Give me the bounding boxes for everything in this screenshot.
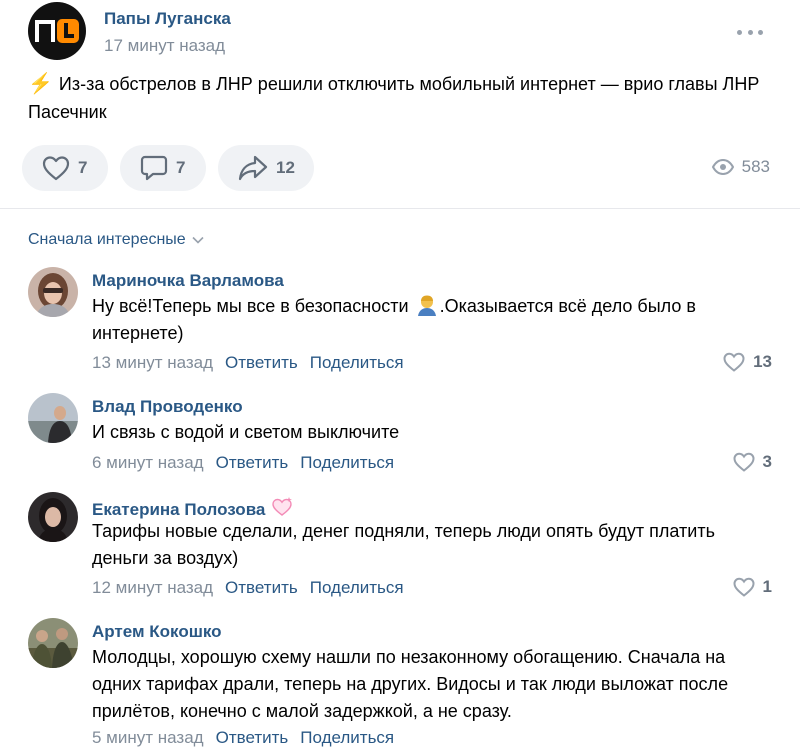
logo-letter-p — [35, 20, 55, 42]
heart-sparkle-emoji-icon — [272, 497, 293, 516]
share-icon — [238, 155, 268, 181]
comment-count: 7 — [176, 158, 186, 177]
comment-author[interactable]: Артем Кокошко — [92, 622, 222, 642]
comment-text: И связь с водой и светом выключите — [92, 422, 400, 442]
comment-meta: 6 минут назад Ответить Поделиться — [92, 453, 394, 473]
post-text-content: Из-за обстрелов в ЛНР решили отключить м… — [28, 74, 760, 122]
comment-text-part: Ну всё!Теперь мы все в безопасности — [92, 296, 414, 316]
heart-icon — [733, 452, 755, 472]
avatar[interactable] — [28, 492, 78, 542]
comment-button[interactable]: 7 — [120, 145, 206, 191]
eye-icon — [711, 159, 734, 175]
comment-author[interactable]: Мариночка Варламова — [92, 271, 284, 291]
comment-time[interactable]: 5 минут назад — [92, 728, 204, 748]
share-button[interactable]: 12 — [218, 145, 314, 191]
comment-text: Молодцы, хорошую схему нашли по незаконн… — [92, 647, 729, 721]
comment-time[interactable]: 13 минут назад — [92, 353, 213, 373]
sort-dropdown[interactable]: Сначала интересные — [28, 231, 204, 249]
logo-letter-l — [57, 19, 79, 43]
avatar[interactable] — [28, 618, 78, 668]
comment-time[interactable]: 6 минут назад — [92, 453, 204, 473]
views-counter: 583 — [711, 157, 770, 177]
share-comment-button[interactable]: Поделиться — [300, 453, 394, 473]
like-button[interactable]: 7 — [22, 145, 108, 191]
comment-author[interactable]: Влад Проводенко — [92, 397, 243, 417]
avatar[interactable] — [28, 267, 78, 317]
heart-icon — [42, 156, 70, 181]
post-text: ⚡ Из-за обстрелов в ЛНР решили отключить … — [28, 70, 778, 126]
comment-meta: 13 минут назад Ответить Поделиться — [92, 353, 404, 373]
group-name[interactable]: Папы Луганска — [104, 9, 231, 29]
reply-button[interactable]: Ответить — [216, 453, 289, 473]
comment-text: Тарифы новые сделали, денег подняли, теп… — [92, 521, 715, 568]
comment-item: Екатерина Полозова Тарифы новые сделали,… — [28, 492, 778, 602]
comment-like-button[interactable]: 3 — [733, 452, 772, 472]
share-comment-button[interactable]: Поделиться — [300, 728, 394, 748]
group-avatar[interactable] — [28, 2, 86, 60]
lightning-icon: ⚡ — [28, 73, 53, 95]
comment-like-button[interactable]: 13 — [723, 352, 772, 372]
comment-icon — [140, 155, 168, 181]
reply-button[interactable]: Ответить — [225, 578, 298, 598]
comment-author: Екатерина Полозова — [92, 496, 295, 520]
comment-author-name[interactable]: Екатерина Полозова — [92, 500, 265, 519]
views-count: 583 — [741, 157, 770, 176]
comment-item: Артем Кокошко Молодцы, хорошую схему наш… — [28, 618, 778, 750]
chevron-down-icon — [192, 236, 204, 244]
share-comment-button[interactable]: Поделиться — [310, 578, 404, 598]
share-count: 12 — [276, 158, 295, 177]
comment-meta: 5 минут назад Ответить Поделиться — [92, 728, 394, 748]
comment-item: Мариночка Варламова Ну всё!Теперь мы все… — [28, 267, 778, 377]
post-header: Папы Луганска 17 минут назад — [28, 2, 778, 60]
comment-like-count: 3 — [762, 452, 772, 471]
sort-label: Сначала интересные — [28, 231, 186, 248]
comment-meta: 12 минут назад Ответить Поделиться — [92, 578, 404, 598]
comment-like-count: 1 — [762, 577, 772, 596]
person-emoji-icon — [417, 295, 436, 316]
comment-like-button[interactable]: 1 — [733, 577, 772, 597]
avatar[interactable] — [28, 393, 78, 443]
share-comment-button[interactable]: Поделиться — [310, 353, 404, 373]
comment-text: Ну всё!Теперь мы все в безопасности .Ока… — [92, 293, 772, 347]
post-time[interactable]: 17 минут назад — [104, 36, 225, 56]
comment-time[interactable]: 12 минут назад — [92, 578, 213, 598]
reply-button[interactable]: Ответить — [225, 353, 298, 373]
comment-item: Влад Проводенко И связь с водой и светом… — [28, 393, 778, 473]
divider — [0, 208, 800, 209]
more-options-icon[interactable] — [737, 28, 763, 36]
like-count: 7 — [78, 158, 88, 177]
comment-like-count: 13 — [753, 352, 772, 371]
reply-button[interactable]: Ответить — [216, 728, 289, 748]
heart-icon — [723, 352, 745, 372]
heart-icon — [733, 577, 755, 597]
